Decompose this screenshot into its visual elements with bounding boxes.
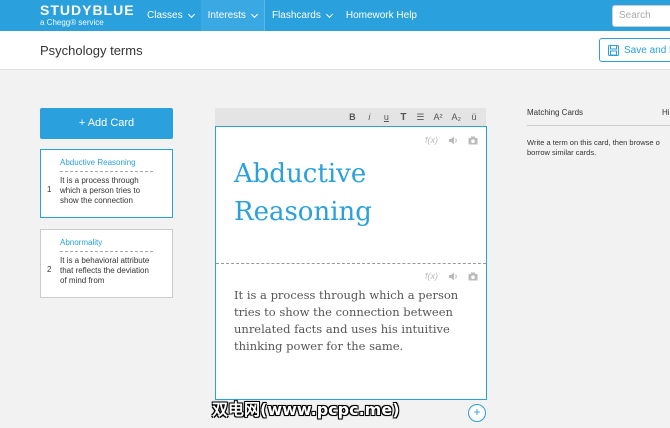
italic-button[interactable]: i — [365, 112, 373, 122]
matching-cards-tab[interactable]: Matching Cards — [527, 108, 583, 117]
matching-cards-hint: Write a term on this card, then browse o… — [527, 138, 660, 157]
nav-item-label: Classes — [147, 10, 183, 21]
card-list-item[interactable]: Abductive Reasoning 1 It is a process th… — [40, 149, 173, 218]
chevron-down-icon — [325, 10, 333, 18]
nav-item-label: Flashcards — [271, 10, 321, 21]
save-button-label: Save and Ex — [624, 44, 670, 56]
camera-icon[interactable] — [468, 272, 478, 281]
studyblue-logo[interactable]: STUDYBLUE a Chegg® service — [40, 3, 135, 28]
second-panel-tab[interactable]: Hi — [662, 108, 670, 117]
camera-icon[interactable] — [468, 136, 478, 145]
term-side-tools: f(x) — [425, 135, 478, 145]
formula-icon[interactable]: f(x) — [425, 271, 438, 281]
card-term: Abnormality — [60, 238, 153, 252]
nav-item-label: Interests — [207, 10, 246, 21]
card-definition: It is a process through which a person t… — [60, 176, 141, 205]
add-card-below-icon[interactable]: + — [468, 404, 486, 422]
brand-name: STUDYBLUE — [40, 2, 135, 18]
special-characters-button[interactable]: ü — [470, 112, 478, 122]
nav-item-flashcards[interactable]: Flashcards — [265, 0, 339, 31]
page-title: Psychology terms — [40, 43, 143, 58]
chevron-down-icon — [187, 10, 195, 18]
superscript-button[interactable]: A² — [434, 112, 443, 122]
flashcard-editor: f(x) Abductive Reasoning f(x) It is a pr… — [215, 126, 487, 400]
definition-text[interactable]: It is a process through which a person t… — [234, 287, 474, 355]
nav-item-homework-help[interactable]: Homework Help — [339, 0, 424, 31]
floppy-disk-icon — [608, 44, 619, 56]
definition-side-tools: f(x) — [425, 271, 478, 281]
underline-button[interactable]: u — [382, 112, 390, 122]
main-nav: Classes Interests Flashcards Homework He… — [140, 0, 424, 31]
list-icon[interactable]: ☰ — [416, 112, 424, 123]
watermark: 双电网(www.pcpc.me) — [212, 400, 400, 419]
nav-item-label: Homework Help — [345, 10, 417, 21]
bold-button[interactable]: B — [348, 112, 356, 122]
subscript-button[interactable]: A₂ — [452, 112, 462, 122]
formatting-toolbar: B i u T ☰ A² A₂ ü — [215, 108, 486, 126]
card-term: Abductive Reasoning — [60, 158, 153, 172]
term-text[interactable]: Abductive Reasoning — [234, 155, 474, 231]
nav-item-interests[interactable]: Interests — [200, 0, 264, 31]
card-number: 1 — [47, 185, 52, 194]
panel-divider — [527, 125, 670, 126]
audio-icon[interactable] — [448, 136, 458, 145]
text-style-button[interactable]: T — [399, 112, 407, 123]
save-and-exit-button[interactable]: Save and Ex — [599, 38, 670, 62]
chevron-down-icon — [250, 10, 258, 18]
formula-icon[interactable]: f(x) — [425, 135, 438, 145]
search-input[interactable]: Search — [612, 5, 670, 27]
brand-tagline: a Chegg® service — [40, 18, 104, 27]
nav-item-classes[interactable]: Classes — [140, 0, 201, 31]
card-definition: It is a behavioral attribute that reflec… — [60, 256, 150, 285]
audio-icon[interactable] — [448, 272, 458, 281]
top-navigation-bar: STUDYBLUE a Chegg® service Classes Inter… — [0, 0, 670, 31]
card-list-item[interactable]: Abnormality 2 It is a behavioral attribu… — [40, 229, 173, 298]
page-header: Psychology terms Save and Ex — [0, 31, 670, 70]
card-number: 2 — [47, 265, 52, 274]
add-card-button[interactable]: + Add Card — [40, 108, 173, 139]
card-divider — [216, 263, 486, 264]
